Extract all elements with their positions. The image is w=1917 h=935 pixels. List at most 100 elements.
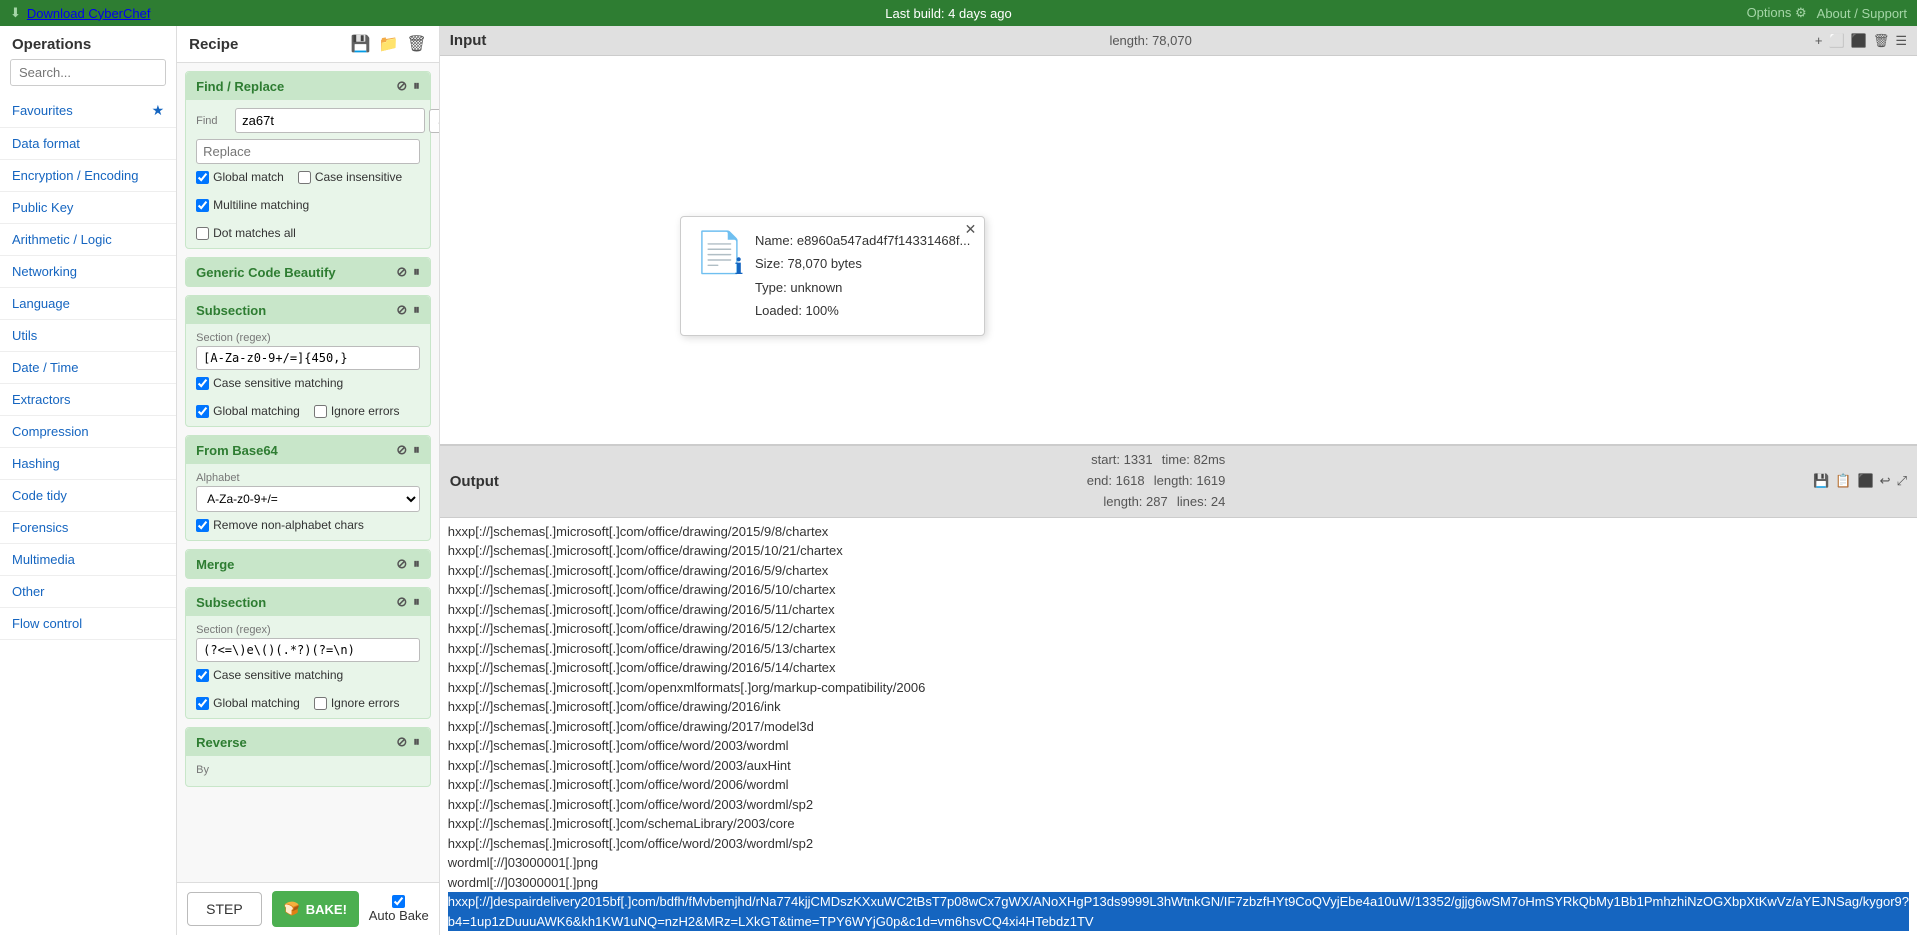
pause-icon-7[interactable]: ⏸ (413, 734, 420, 750)
section-regex-2[interactable] (196, 638, 420, 662)
add-input-icon[interactable]: + (1815, 33, 1823, 49)
save-icon[interactable]: 💾 (351, 34, 371, 54)
recipe-panel: Recipe 💾 📁 🗑 Find / Replace ⊘ ⏸ (177, 26, 440, 935)
ignore-errors-1-checkbox[interactable]: Ignore errors (314, 404, 400, 418)
dot-matches-all-checkbox[interactable]: Dot matches all (196, 226, 296, 240)
input-meta: length: 78,070 (1109, 33, 1191, 48)
output-line: hxxp[://]schemas[.]microsoft[.]com/offic… (448, 658, 1909, 678)
autobake-checkbox[interactable] (392, 895, 405, 908)
multiline-checkbox[interactable]: Multiline matching (196, 198, 309, 212)
case-sensitive-2-checkbox[interactable]: Case sensitive matching (196, 668, 343, 682)
disable-icon-3[interactable]: ⊘ (396, 302, 407, 318)
pause-icon-4[interactable]: ⏸ (413, 442, 420, 458)
recipe-toolbar: 💾 📁 🗑 (351, 34, 427, 54)
bake-button[interactable]: 🍞 BAKE! (272, 891, 359, 927)
output-end: end: 1618 (1087, 473, 1145, 488)
more-input-icon[interactable]: ☰ (1895, 33, 1907, 49)
pause-icon-3[interactable]: ⏸ (413, 302, 420, 318)
right-panel: Input length: 78,070 + ⬜ ⬛ 🗑 ☰ ✕ 📄 (440, 26, 1917, 935)
disable-icon-5[interactable]: ⊘ (396, 556, 407, 572)
file-size: Size: 78,070 bytes (755, 252, 970, 275)
sidebar-item-utils[interactable]: Utils (0, 320, 176, 352)
op-code-beautify-header: Generic Code Beautify ⊘ ⏸ (186, 258, 430, 286)
sidebar-item-public-key[interactable]: Public Key (0, 192, 176, 224)
pause-icon-5[interactable]: ⏸ (413, 556, 420, 572)
global-matching-2-checkbox[interactable]: Global matching (196, 696, 300, 710)
folder-icon[interactable]: 📁 (379, 34, 399, 54)
output-line: hxxp[://]schemas[.]microsoft[.]com/offic… (448, 580, 1909, 600)
op-find-replace-controls: ⊘ ⏸ (396, 78, 419, 94)
sidebar-item-arithmetic[interactable]: Arithmetic / Logic (0, 224, 176, 256)
sidebar-item-forensics[interactable]: Forensics (0, 512, 176, 544)
search-input[interactable] (10, 59, 166, 86)
sidebar-item-networking[interactable]: Networking (0, 256, 176, 288)
subsection1-checkboxes: Case sensitive matching Global matching … (196, 376, 420, 418)
op-subsection-2: Subsection ⊘ ⏸ Section (regex) Case sens… (185, 587, 431, 719)
ignore-errors-2-checkbox[interactable]: Ignore errors (314, 696, 400, 710)
close-icon[interactable]: ✕ (965, 221, 977, 238)
alphabet-select[interactable]: A-Za-z0-9+/= (196, 486, 420, 512)
fullscreen-output-icon[interactable]: ⤢ (1897, 473, 1907, 489)
recipe-header: Recipe 💾 📁 🗑 (177, 26, 439, 63)
new-window-icon[interactable]: ⬜ (1828, 33, 1844, 49)
pause-icon[interactable]: ⏸ (413, 78, 420, 94)
disable-icon-2[interactable]: ⊘ (396, 264, 407, 280)
disable-icon-6[interactable]: ⊘ (396, 594, 407, 610)
find-type-button[interactable]: SIMPLE STRING ▾ (429, 109, 439, 133)
pause-icon-2[interactable]: ⏸ (413, 264, 420, 280)
expand-input-icon[interactable]: ⬛ (1851, 33, 1867, 49)
sidebar-item-multimedia[interactable]: Multimedia (0, 544, 176, 576)
pause-icon-6[interactable]: ⏸ (413, 594, 420, 610)
output-lines: lines: 24 (1177, 494, 1225, 509)
topbar-center: Last build: 4 days ago (885, 6, 1011, 21)
output-line-highlighted-2: b4=1up1zDuuuAWK6&kh1KW1uNQ=nzH2&MRz=LXkG… (448, 912, 1909, 932)
output-content[interactable]: hxxp[://]schemas[.]microsoft[.]com/offic… (440, 518, 1917, 935)
output-line: wordml[://]03000001[.]png (448, 853, 1909, 873)
input-content[interactable]: ✕ 📄 ℹ Name: e8960a547ad4f7f14331468f... … (440, 56, 1917, 444)
sidebar-item-other[interactable]: Other (0, 576, 176, 608)
download-link[interactable]: Download CyberChef (27, 6, 151, 21)
sidebar-item-datetime[interactable]: Date / Time (0, 352, 176, 384)
output-length: length: 1619 (1154, 473, 1226, 488)
about-link[interactable]: About / Support (1817, 6, 1907, 21)
disable-icon[interactable]: ⊘ (396, 78, 407, 94)
section-regex-1[interactable] (196, 346, 420, 370)
sidebar-item-encryption[interactable]: Encryption / Encoding (0, 160, 176, 192)
case-insensitive-checkbox[interactable]: Case insensitive (298, 170, 402, 184)
section-label-2: Section (regex) (196, 624, 420, 636)
find-input[interactable] (235, 108, 425, 133)
sidebar-item-language[interactable]: Language (0, 288, 176, 320)
output-line: hxxp[://]schemas[.]microsoft[.]com/offic… (448, 795, 1909, 815)
trash-icon[interactable]: 🗑 (406, 34, 426, 54)
file-info-popup: ✕ 📄 ℹ Name: e8960a547ad4f7f14331468f... … (680, 216, 986, 336)
output-line: hxxp[://]schemas[.]microsoft[.]com/offic… (448, 541, 1909, 561)
disable-icon-4[interactable]: ⊘ (396, 442, 407, 458)
case-sensitive-1-checkbox[interactable]: Case sensitive matching (196, 376, 343, 390)
sidebar-item-data-format[interactable]: Data format (0, 128, 176, 160)
step-button[interactable]: STEP (187, 892, 262, 926)
save-output-icon[interactable]: 💾 (1813, 473, 1829, 489)
expand-output-icon[interactable]: ⬛ (1857, 473, 1873, 489)
op-base64-body: Alphabet A-Za-z0-9+/= Remove non-alphabe… (186, 464, 430, 540)
remove-non-alphabet-checkbox[interactable]: Remove non-alphabet chars (196, 518, 420, 532)
topbar-right: Options ⚙ About / Support (1747, 5, 1907, 21)
sidebar-item-compression[interactable]: Compression (0, 416, 176, 448)
undo-output-icon[interactable]: ↩ (1880, 473, 1891, 489)
global-match-checkbox[interactable]: Global match (196, 170, 284, 184)
global-matching-1-checkbox[interactable]: Global matching (196, 404, 300, 418)
op-merge-controls: ⊘ ⏸ (396, 556, 419, 572)
sidebar-item-flow-control[interactable]: Flow control (0, 608, 176, 640)
favourites-label: Favourites (12, 103, 73, 118)
disable-icon-7[interactable]: ⊘ (396, 734, 407, 750)
options-link[interactable]: Options ⚙ (1747, 5, 1807, 21)
sidebar-item-hashing[interactable]: Hashing (0, 448, 176, 480)
sidebar-item-code-tidy[interactable]: Code tidy (0, 480, 176, 512)
sidebar-item-favourites[interactable]: Favourites ★ (0, 94, 176, 128)
clear-input-icon[interactable]: 🗑 (1873, 33, 1890, 49)
replace-input[interactable] (196, 139, 420, 164)
input-title: Input (450, 32, 487, 49)
op-generic-code-beautify: Generic Code Beautify ⊘ ⏸ (185, 257, 431, 287)
sidebar-item-extractors[interactable]: Extractors (0, 384, 176, 416)
copy-output-icon[interactable]: 📋 (1835, 473, 1851, 489)
output-line: hxxp[://]schemas[.]microsoft[.]com/openx… (448, 678, 1909, 698)
